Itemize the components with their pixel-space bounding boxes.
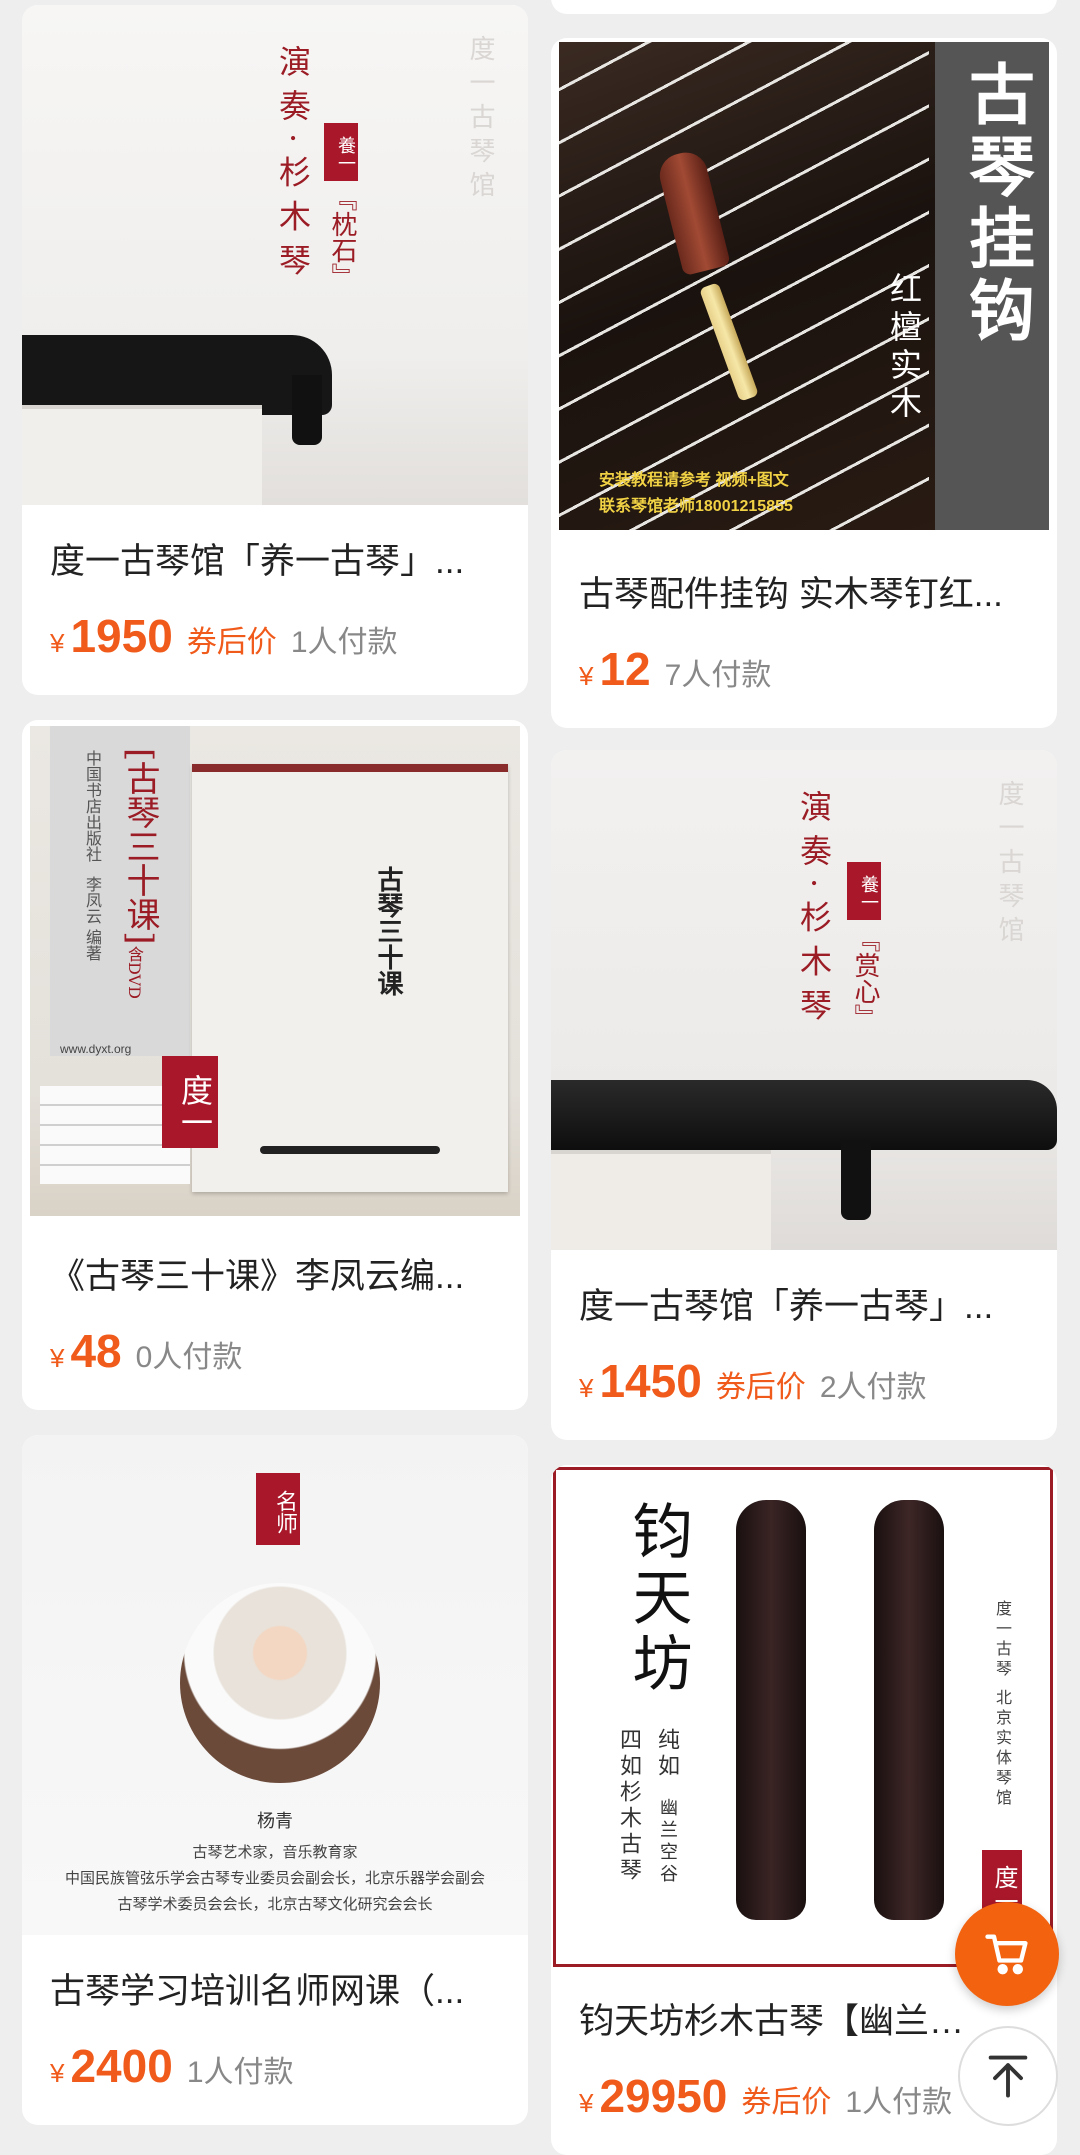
- sales-count: 7人付款: [664, 659, 772, 692]
- image-seal: 養一: [847, 862, 881, 920]
- qin-leg: [292, 375, 322, 445]
- image-note: 联系琴馆老师18001215855: [599, 498, 793, 515]
- price-row: ¥ 1450 券后价 2人付款: [579, 1354, 1037, 1408]
- sales-count: 0人付款: [135, 1341, 243, 1374]
- product-title[interactable]: 古琴学习培训名师网课（...: [50, 1963, 504, 2014]
- product-image[interactable]: 度一古琴馆 演奏·杉木琴 養一 『赏心』: [551, 750, 1057, 1250]
- back-to-top-icon: [988, 2055, 1028, 2098]
- cover-qin-illustration: [260, 1146, 440, 1154]
- currency-symbol: ¥: [50, 628, 65, 658]
- guqin-illustration: [551, 1080, 1057, 1150]
- image-seal: 度一: [162, 1056, 218, 1148]
- product-price: 2400: [70, 2040, 173, 2092]
- currency-symbol: ¥: [579, 661, 594, 691]
- teacher-name: 杨青: [257, 1811, 293, 1832]
- product-image[interactable]: 度一古琴馆 演奏·杉木琴 養一 『枕石』: [22, 5, 528, 505]
- image-model: 幽兰空谷: [657, 1798, 678, 1886]
- product-price: 29950: [599, 2070, 728, 2122]
- sales-count: 1人付款: [186, 2056, 294, 2089]
- image-seal: 名师: [256, 1473, 300, 1545]
- strings-illustration: [559, 42, 929, 530]
- product-card-partial[interactable]: [551, 0, 1057, 14]
- teacher-avatar: [180, 1583, 380, 1783]
- product-title[interactable]: 古琴配件挂钩 实木琴钉红...: [579, 566, 1033, 617]
- image-watermark: 度一古琴馆: [465, 35, 495, 205]
- spine-author: 李凤云 编著: [83, 876, 102, 962]
- qin-leg: [841, 1140, 871, 1220]
- teacher-bio: 中国民族管弦乐学会古琴专业委员会副会长，北京乐器学会副会: [64, 1869, 485, 1887]
- product-image[interactable]: 名师 杨青 古琴艺术家，音乐教育家 中国民族管弦乐学会古琴专业委员会副会长，北京…: [22, 1435, 528, 1935]
- product-price: 48: [70, 1325, 122, 1377]
- teacher-bio: 古琴学术委员会会长，北京古琴文化研究会会长: [117, 1895, 433, 1913]
- book-cover: [192, 764, 508, 1192]
- image-headline: 钧天坊: [622, 1500, 692, 1698]
- product-card[interactable]: 名师 杨青 古琴艺术家，音乐教育家 中国民族管弦乐学会古琴专业委员会副会长，北京…: [22, 1435, 528, 2125]
- sales-count: 2人付款: [819, 1371, 927, 1404]
- product-title[interactable]: 《古琴三十课》李凤云编...: [50, 1248, 504, 1299]
- stand-illustration: [551, 1150, 771, 1250]
- currency-symbol: ¥: [50, 1343, 65, 1373]
- product-card[interactable]: 度一古琴馆 演奏·杉木琴 養一 『枕石』 度一古琴馆「养一古琴」... ¥ 19…: [22, 5, 528, 695]
- currency-symbol: ¥: [579, 1373, 594, 1403]
- product-card[interactable]: [古琴三十课] 含DVD 中国书店出版社 李凤云 编著 www.dyxt.org…: [22, 720, 528, 1410]
- guqin-front-illustration: [736, 1500, 806, 1920]
- product-title[interactable]: 钧天坊杉木古琴【幽兰空...: [579, 1993, 987, 2044]
- coupon-label: 券后价: [186, 626, 277, 659]
- product-price: 1950: [70, 610, 173, 662]
- product-image[interactable]: 钧天坊 四如杉木古琴 纯如 幽兰空谷 度一古琴 北京实体琴馆 度一: [553, 1467, 1053, 1967]
- currency-symbol: ¥: [579, 2088, 594, 2118]
- product-price: 1450: [599, 1355, 702, 1407]
- image-side-text: 红檀实木: [885, 272, 923, 424]
- image-seal: 養一: [324, 123, 358, 181]
- stand-illustration: [22, 405, 262, 505]
- product-title[interactable]: 度一古琴馆「养一古琴」...: [50, 533, 504, 584]
- guqin-illustration: [22, 335, 332, 415]
- spine-dvd: 含DVD: [125, 946, 144, 999]
- image-caption: 演奏·杉木琴: [795, 790, 833, 1033]
- image-model: 纯如: [654, 1728, 679, 1780]
- price-row: ¥ 48 0人付款: [50, 1324, 508, 1378]
- price-row: ¥ 12 7人付款: [579, 642, 1037, 696]
- sales-count: 1人付款: [845, 2086, 953, 2119]
- guqin-back-illustration: [874, 1500, 944, 1920]
- product-title[interactable]: 度一古琴馆「养一古琴」...: [579, 1278, 1033, 1329]
- product-card[interactable]: 古琴挂钩 红檀实木 安装教程请参考 视频+图文 联系琴馆老师1800121585…: [551, 38, 1057, 728]
- spine-publisher: 中国书店出版社: [83, 750, 102, 862]
- product-card[interactable]: 度一古琴馆 演奏·杉木琴 養一 『赏心』 度一古琴馆「养一古琴」... ¥ 14…: [551, 750, 1057, 1440]
- product-price: 12: [599, 643, 651, 695]
- image-subcaption: 『枕石』: [327, 185, 357, 289]
- image-side-text: 度一古琴 北京实体琴馆: [993, 1600, 1012, 1810]
- image-subcaption: 『赏心』: [850, 926, 880, 1030]
- price-row: ¥ 1950 券后价 1人付款: [50, 609, 508, 663]
- sales-count: 1人付款: [290, 626, 398, 659]
- cart-button[interactable]: [955, 1902, 1059, 2006]
- image-note: 安装教程请参考 视频+图文: [599, 472, 789, 489]
- image-caption: 演奏·杉木琴: [274, 45, 312, 288]
- cover-title: 古琴三十课: [373, 866, 403, 996]
- image-watermark: 度一古琴馆: [994, 780, 1024, 950]
- product-image[interactable]: [古琴三十课] 含DVD 中国书店出版社 李凤云 编著 www.dyxt.org…: [30, 726, 520, 1216]
- price-row: ¥ 2400 1人付款: [50, 2039, 508, 2093]
- product-image[interactable]: 古琴挂钩 红檀实木 安装教程请参考 视频+图文 联系琴馆老师1800121585…: [559, 42, 1049, 530]
- cart-icon: [985, 1934, 1028, 1975]
- teacher-title: 古琴艺术家，音乐教育家: [192, 1843, 358, 1861]
- currency-symbol: ¥: [50, 2058, 65, 2088]
- image-model: 四如杉木古琴: [616, 1728, 641, 1884]
- coupon-label: 券后价: [715, 1371, 806, 1404]
- spine-title: [古琴三十课]: [120, 748, 160, 945]
- back-to-top-button[interactable]: [958, 2026, 1058, 2126]
- spine-url: www.dyxt.org: [60, 1042, 132, 1056]
- image-headline: 古琴挂钩: [958, 60, 1036, 348]
- coupon-label: 券后价: [741, 2086, 832, 2119]
